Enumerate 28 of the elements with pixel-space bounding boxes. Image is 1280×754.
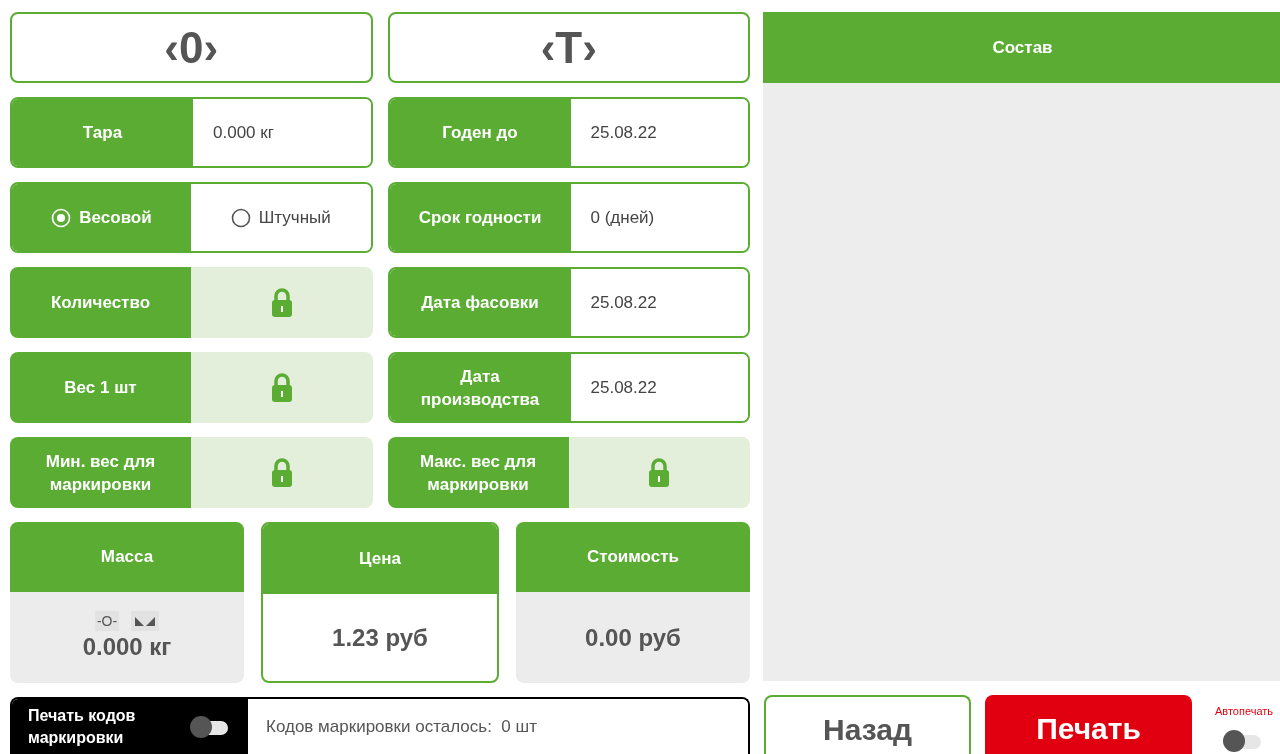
radio-icon (51, 207, 72, 228)
field-label: Макс. вес для маркировки (387, 437, 569, 508)
print-button[interactable]: Печать (985, 695, 1192, 754)
lock-icon (270, 372, 293, 403)
card-title: Масса (10, 522, 244, 592)
lock-icon (270, 287, 293, 318)
total-card[interactable]: Цена 1.23 руб (261, 522, 499, 683)
total-card[interactable]: Стоимость 0.00 руб (516, 522, 750, 683)
total-card[interactable]: Масса -O- 0.000 кг (10, 522, 244, 683)
total-value: 1.23 руб (332, 622, 428, 653)
field-label: Количество (10, 267, 191, 338)
marking-label: Печать кодов маркировки (28, 705, 137, 748)
field-label: Мин. вес для маркировки (10, 437, 191, 508)
total-value: 0.00 руб (585, 622, 681, 653)
composition-header: Состав (763, 12, 1280, 83)
radio-icon (230, 207, 251, 228)
status-indicator: ‹T› (387, 12, 750, 83)
back-button[interactable]: Назад (764, 695, 971, 754)
lock-icon (270, 457, 293, 488)
autoprint-label: Автопечать (1214, 704, 1274, 719)
card-title: Стоимость (516, 522, 750, 592)
zero-indicator: -O- (94, 610, 120, 631)
card-title: Цена (263, 524, 497, 594)
field-label: Вес 1 шт (10, 352, 191, 423)
status-indicator: ‹0› (10, 12, 373, 83)
stable-weight-icon (131, 610, 160, 631)
lock-icon (648, 457, 671, 488)
total-value: 0.000 кг (82, 631, 172, 662)
